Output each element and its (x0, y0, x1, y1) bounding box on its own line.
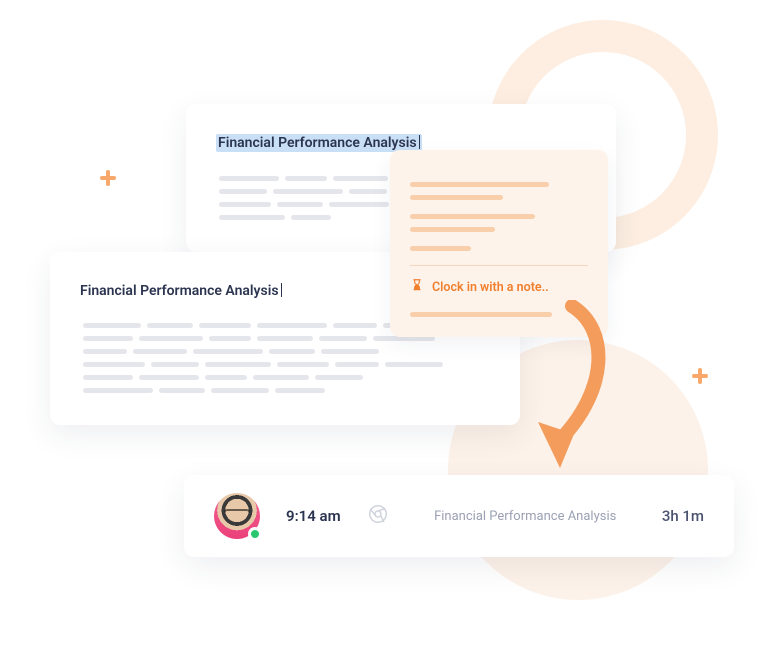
context-menu: Clock in with a note.. (390, 150, 608, 337)
sparkle-icon (692, 368, 708, 384)
entry-duration: 3h 1m (662, 507, 704, 525)
menu-placeholder-group (410, 214, 588, 232)
entry-title: Financial Performance Analysis (415, 509, 636, 524)
clock-in-note-button[interactable]: Clock in with a note.. (410, 278, 588, 296)
menu-placeholder-line (410, 312, 552, 317)
presence-indicator (248, 527, 262, 541)
user-avatar[interactable] (214, 493, 260, 539)
clock-in-note-label: Clock in with a note.. (432, 280, 549, 295)
document-title: Financial Performance Analysis (216, 134, 422, 152)
menu-placeholder-group (410, 246, 588, 251)
hourglass-icon (410, 278, 424, 296)
start-time: 9:14 am (286, 507, 341, 525)
menu-divider (410, 265, 588, 266)
document-title: Financial Performance Analysis (80, 283, 282, 299)
sparkle-icon (100, 170, 116, 186)
chrome-icon (367, 503, 389, 529)
time-entry-card: 9:14 am Financial Performance Analysis 3… (184, 475, 734, 557)
menu-placeholder-group (410, 182, 588, 200)
